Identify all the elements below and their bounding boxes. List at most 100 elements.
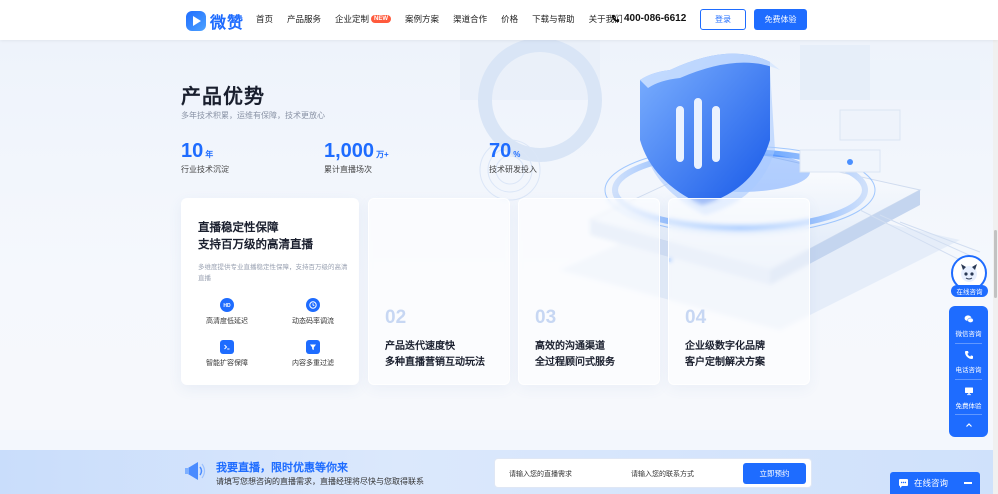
nav-item-home[interactable]: 首页 xyxy=(256,13,273,25)
float-contact-panel: 微信咨询 电话咨询 免费体验 xyxy=(949,306,988,437)
nav-label: 下载与帮助 xyxy=(532,14,575,24)
feature-label: 高清度低延迟 xyxy=(206,318,248,325)
nav-item-cases[interactable]: 案例方案 xyxy=(405,13,439,25)
stat-value: 1,000 xyxy=(324,140,375,162)
phone-icon xyxy=(964,351,973,359)
nav-item-products[interactable]: 产品服务 xyxy=(287,13,321,25)
main-nav: 首页 产品服务 企业定制 NEW 案例方案 渠道合作 价格 下载与帮助 关于我们 xyxy=(256,13,637,25)
top-header: 微赞 首页 产品服务 企业定制 NEW 案例方案 渠道合作 价格 下载与帮助 关于… xyxy=(0,0,998,40)
feature-label: 动态码率调流 xyxy=(292,318,334,325)
new-badge: NEW xyxy=(371,15,392,23)
clock-icon xyxy=(306,298,320,312)
phone-icon xyxy=(611,14,620,23)
advantage-card-stability[interactable]: 直播稳定性保障 支持百万级的高清直播 多维度提供专业直播稳定性保障，支持百万级的… xyxy=(181,198,359,385)
nav-item-pricing[interactable]: 价格 xyxy=(501,13,518,25)
banner-subtitle: 请填写您想咨询的直播需求，直播经理将尽快与您取得联系 xyxy=(216,477,424,486)
feature-label: 智能扩容保障 xyxy=(206,360,248,367)
nav-item-channel[interactable]: 渠道合作 xyxy=(453,13,487,25)
product-advantages-section: 产品优势 多年技术积累，运维有保障，技术更放心 10 年 行业技术沉淀 1,00… xyxy=(0,40,998,430)
stat-years: 10 年 行业技术沉淀 xyxy=(181,140,229,175)
card-number: 03 xyxy=(535,307,557,328)
advantage-card-enterprise[interactable]: 04 企业级数字化品牌 客户定制解决方案 xyxy=(668,198,810,385)
stat-label: 行业技术沉淀 xyxy=(181,165,229,174)
stat-unit: 万+ xyxy=(376,150,389,159)
card-title: 产品迭代速度快 多种直播营销互动玩法 xyxy=(385,339,485,371)
advantage-card-communication[interactable]: 03 高效的沟通渠道 全过程顾问式服务 xyxy=(518,198,660,385)
nav-label: 渠道合作 xyxy=(453,14,488,24)
chevron-up-icon xyxy=(965,423,972,427)
float-divider xyxy=(955,343,982,344)
feature-scaling: 智能扩容保障 xyxy=(191,340,263,368)
section-subtitle: 多年技术积累，运维有保障，技术更放心 xyxy=(181,111,325,120)
feature-filter: 内容多重过滤 xyxy=(277,340,349,368)
phone-consult-button[interactable]: 电话咨询 xyxy=(949,350,988,374)
card-title-line: 支持百万级的高清直播 xyxy=(198,239,313,251)
section-title: 产品优势 xyxy=(181,86,265,108)
card-title-line: 直播稳定性保障 xyxy=(198,222,279,234)
scrollbar-thumb[interactable] xyxy=(994,230,997,298)
card-title: 企业级数字化品牌 客户定制解决方案 xyxy=(685,339,765,371)
card-title-line: 企业级数字化品牌 xyxy=(685,341,765,352)
float-item-label: 微信咨询 xyxy=(955,331,982,338)
advantage-card-iteration[interactable]: 02 产品迭代速度快 多种直播营销互动玩法 xyxy=(368,198,510,385)
card-title-line: 全过程顾问式服务 xyxy=(535,357,615,368)
online-chat-button[interactable]: 在线咨询 xyxy=(890,472,980,494)
chat-label: 在线咨询 xyxy=(914,478,949,488)
phone-number: 400-086-6612 xyxy=(624,13,687,24)
card-title-line: 多种直播营销互动玩法 xyxy=(385,357,485,368)
contact-input[interactable]: 请输入您的联系方式 xyxy=(623,465,735,482)
svg-text:HD: HD xyxy=(223,303,231,309)
megaphone-icon xyxy=(185,462,206,480)
back-to-top-button[interactable] xyxy=(949,420,988,434)
stat-value: 10 xyxy=(181,140,204,162)
free-trial-button[interactable]: 免费体验 xyxy=(754,9,807,30)
terminal-icon xyxy=(220,340,234,354)
stat-label: 技术研发投入 xyxy=(489,165,537,174)
stat-sessions: 1,000 万+ 累计直播场次 xyxy=(324,140,389,175)
book-now-button[interactable]: 立即预约 xyxy=(743,463,806,484)
login-button[interactable]: 登录 xyxy=(700,9,746,30)
stat-value: 70 xyxy=(489,140,512,162)
card-title-line: 高效的沟通渠道 xyxy=(535,341,605,352)
card-number: 04 xyxy=(685,307,707,328)
nav-label: 产品服务 xyxy=(287,14,322,24)
hotline: 400-086-6612 xyxy=(611,13,686,24)
wechat-icon xyxy=(964,315,974,323)
hd-icon: HD xyxy=(220,298,234,312)
live-demand-input[interactable]: 请输入您的直播需求 xyxy=(501,465,613,482)
float-divider xyxy=(955,379,982,380)
chat-bubble-icon xyxy=(899,478,908,488)
feature-label: 内容多重过滤 xyxy=(292,360,334,367)
logo-text: 微赞 xyxy=(210,15,245,32)
nav-label: 企业定制 xyxy=(335,14,370,24)
wechat-consult-button[interactable]: 微信咨询 xyxy=(949,314,988,338)
free-trial-float-button[interactable]: 免费体验 xyxy=(949,386,988,410)
feature-hd: HD 高清度低延迟 xyxy=(191,298,263,326)
logo-play-icon xyxy=(186,11,206,31)
stat-rd-investment: 70 % 技术研发投入 xyxy=(489,140,537,175)
card-title-line: 产品迭代速度快 xyxy=(385,341,455,352)
online-consult-avatar[interactable]: 在线咨询 xyxy=(951,255,988,299)
logo[interactable]: 微赞 xyxy=(186,9,244,33)
filter-icon xyxy=(306,340,320,354)
minimize-icon[interactable] xyxy=(964,482,972,484)
online-consult-label: 在线咨询 xyxy=(951,285,988,297)
banner-title: 我要直播，限时优惠等你来 xyxy=(216,462,348,474)
feature-bitrate: 动态码率调流 xyxy=(277,298,349,326)
float-item-label: 电话咨询 xyxy=(955,367,982,374)
nav-label: 案例方案 xyxy=(405,14,440,24)
card-title-line: 客户定制解决方案 xyxy=(685,357,765,368)
nav-item-download[interactable]: 下载与帮助 xyxy=(532,13,575,25)
card-title: 直播稳定性保障 支持百万级的高清直播 xyxy=(198,220,358,254)
stat-unit: % xyxy=(513,150,521,159)
float-item-label: 免费体验 xyxy=(955,403,982,410)
float-divider xyxy=(955,414,982,415)
monitor-icon xyxy=(964,387,973,396)
nav-item-enterprise[interactable]: 企业定制 NEW xyxy=(335,13,392,25)
card-number: 02 xyxy=(385,307,407,328)
stat-label: 累计直播场次 xyxy=(324,165,372,174)
card-title: 高效的沟通渠道 全过程顾问式服务 xyxy=(535,339,615,371)
nav-label: 首页 xyxy=(256,14,274,24)
booking-form: 请输入您的直播需求 请输入您的联系方式 立即预约 xyxy=(494,458,812,488)
card-description: 多维度提供专业直播稳定性保障，支持百万级的高清直播 xyxy=(198,264,348,282)
